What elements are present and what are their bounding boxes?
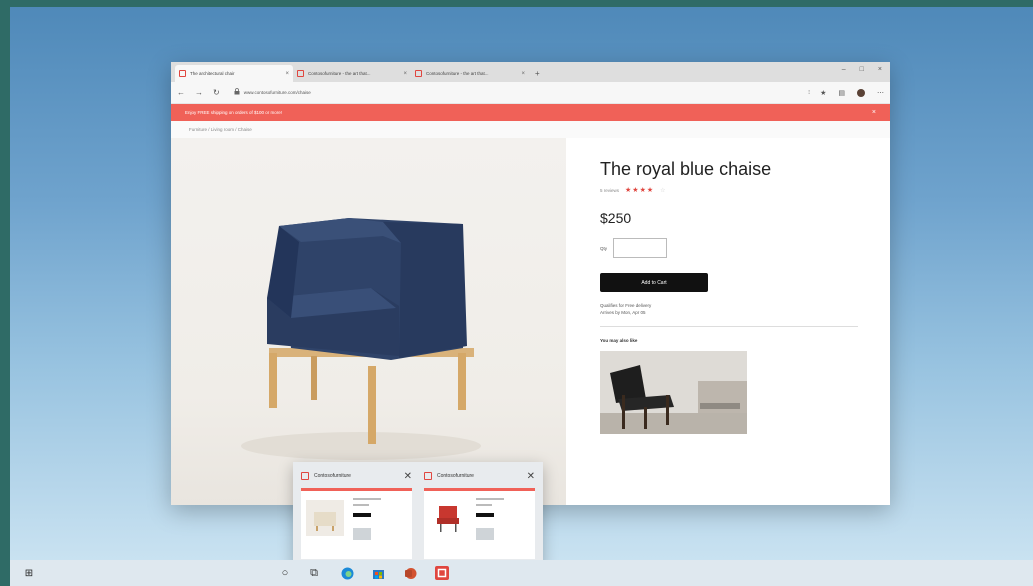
thumbnail-rec-image — [353, 528, 371, 540]
thumbnail-text-line — [353, 504, 369, 506]
lock-icon — [234, 88, 240, 97]
favicon-icon — [179, 70, 186, 77]
close-icon[interactable]: × — [285, 71, 289, 77]
quantity-input[interactable] — [613, 238, 668, 258]
address-bar: ← → ↻ www.contosofurniture.com/chaise ⁝ … — [171, 82, 890, 104]
favicon-icon — [301, 472, 309, 480]
tab-label: Contosofurniture - the art that... — [308, 71, 371, 76]
divider — [600, 326, 858, 327]
tab-label: The architectural chair — [190, 71, 235, 76]
promo-text: Enjoy FREE shipping on orders of $100 or… — [185, 110, 283, 115]
close-icon[interactable]: × — [521, 71, 525, 77]
product-page: The royal blue chaise 5 reviews ★★★★ ☆ $… — [171, 138, 890, 505]
thumbnail-window-2[interactable]: Contosofurniture ✕ — [420, 466, 539, 560]
task-view-icon[interactable]: ⧉ — [307, 566, 321, 580]
favorite-star-icon[interactable]: ★ — [820, 89, 826, 97]
breadcrumb[interactable]: Furniture / Living room / Chaise — [171, 121, 890, 138]
taskbar: ⊞ ○ ⧉ — [10, 560, 1033, 586]
product-title: The royal blue chaise — [600, 159, 772, 179]
close-icon[interactable]: ✕ — [404, 471, 412, 482]
back-button[interactable]: ← — [177, 88, 185, 97]
more-menu-icon[interactable]: ⋯ — [877, 89, 884, 97]
delivery-info: Qualifies for Free delivery Arrives by M… — [600, 302, 860, 316]
thumbnail-page-preview — [424, 488, 535, 559]
close-icon[interactable]: ✕ — [527, 471, 535, 482]
thumbnail-text-line — [353, 498, 381, 500]
thumbnail-button — [353, 513, 371, 517]
start-button[interactable]: ⊞ — [22, 566, 36, 580]
close-icon[interactable]: × — [403, 71, 407, 77]
refresh-button[interactable]: ↻ — [213, 88, 220, 97]
thumbnail-button — [476, 513, 494, 517]
thumbnail-text-line — [476, 504, 492, 506]
thumbnail-header: Contosofurniture ✕ — [297, 466, 416, 486]
also-like-heading: You may also like — [600, 338, 638, 343]
store-icon[interactable] — [371, 566, 385, 580]
thumbnail-text-line — [476, 498, 504, 500]
thumbnail-title: Contosofurniture — [314, 473, 351, 479]
thumbnail-promo-bar — [424, 488, 535, 491]
url-field[interactable]: www.contosofurniture.com/chaise ⁝ — [230, 86, 810, 100]
tab-contosofurniture-1[interactable]: Contosofurniture - the art that... × — [293, 65, 411, 82]
forward-button[interactable]: → — [195, 88, 203, 97]
thumbnail-header: Contosofurniture ✕ — [420, 466, 539, 486]
minimize-button[interactable]: – — [842, 66, 846, 73]
recommended-product-image[interactable] — [600, 351, 747, 434]
toolbar-right: ★ ▤ ⋯ — [820, 88, 884, 97]
favicon-icon — [415, 70, 422, 77]
maximize-button[interactable]: □ — [860, 66, 864, 73]
quantity-label: Qty — [600, 245, 608, 251]
thumbnail-page-preview — [301, 488, 412, 559]
product-details: The royal blue chaise 5 reviews ★★★★ ☆ $… — [566, 138, 890, 505]
tab-contosofurniture-2[interactable]: Contosofurniture - the art that... × — [411, 65, 529, 82]
favicon-icon — [297, 70, 304, 77]
quantity-row: Qty — [600, 238, 860, 258]
search-icon[interactable]: ○ — [278, 566, 292, 580]
collections-icon[interactable]: ▤ — [838, 89, 845, 97]
star-empty-icon: ☆ — [660, 187, 666, 194]
new-tab-button[interactable]: + — [535, 69, 540, 78]
thumbnail-title: Contosofurniture — [437, 473, 474, 479]
profile-avatar[interactable] — [857, 88, 865, 97]
add-to-cart-button[interactable]: Add to Cart — [600, 273, 708, 292]
delivery-line-2: Arrives by Mon, Apr 05 — [600, 310, 646, 315]
desktop-wallpaper: The architectural chair × Contosofurnitu… — [10, 7, 1033, 560]
browser-window: The architectural chair × Contosofurnitu… — [171, 62, 890, 505]
read-aloud-icon[interactable]: ⁝ — [808, 89, 810, 96]
edge-icon[interactable] — [340, 566, 354, 580]
product-image[interactable] — [171, 138, 566, 505]
tab-bar: The architectural chair × Contosofurnitu… — [171, 62, 890, 82]
product-price: $250 — [600, 210, 632, 226]
powerpoint-icon[interactable] — [403, 566, 417, 580]
window-controls: – □ × — [842, 66, 882, 73]
thumbnail-chair-image — [429, 500, 467, 536]
thumbnail-promo-bar — [301, 488, 412, 491]
contoso-app-icon[interactable] — [435, 566, 449, 580]
tab-architectural-chair[interactable]: The architectural chair × — [175, 65, 293, 82]
star-rating: ★★★★ — [625, 187, 655, 194]
thumbnail-chair-image — [306, 500, 344, 536]
chair-illustration — [241, 218, 481, 460]
reviews-count[interactable]: 5 reviews — [600, 188, 619, 193]
promo-banner: Enjoy FREE shipping on orders of $100 or… — [171, 104, 890, 121]
delivery-line-1: Qualifies for Free delivery — [600, 303, 652, 308]
rating-row[interactable]: 5 reviews ★★★★ ☆ — [600, 186, 860, 194]
close-window-button[interactable]: × — [878, 66, 882, 73]
taskbar-thumbnail-preview: Contosofurniture ✕ Contosofurniture ✕ — [293, 462, 543, 560]
promo-close-button[interactable]: × — [872, 109, 876, 116]
thumbnail-rec-image — [476, 528, 494, 540]
url-text: www.contosofurniture.com/chaise — [243, 90, 311, 95]
thumbnail-window-1[interactable]: Contosofurniture ✕ — [297, 466, 416, 560]
armchair-photo — [600, 351, 747, 434]
tab-label: Contosofurniture - the art that... — [426, 71, 489, 76]
favicon-icon — [424, 472, 432, 480]
